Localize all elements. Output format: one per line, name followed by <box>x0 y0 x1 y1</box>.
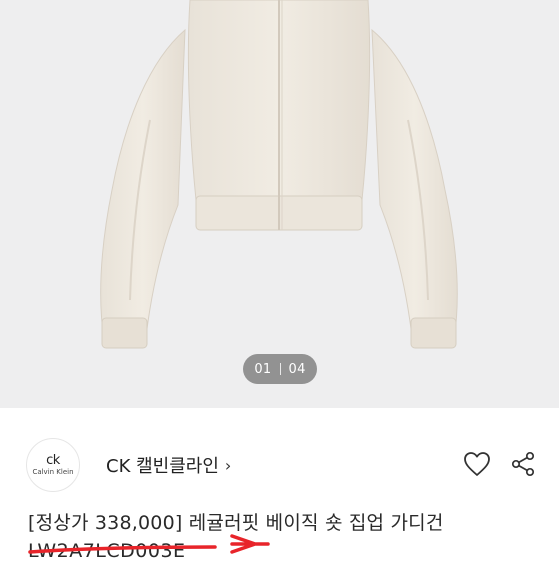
brand-name-label: CK 캘빈클라인 <box>106 456 219 477</box>
gallery-page-indicator: 01 04 <box>243 354 317 384</box>
gallery-current-page: 01 <box>254 361 272 377</box>
brand-logo-name: Calvin Klein <box>32 467 74 476</box>
chevron-right-icon: › <box>224 455 232 475</box>
heart-icon <box>464 452 490 476</box>
gallery-page-separator <box>279 363 281 375</box>
like-button[interactable] <box>462 449 492 479</box>
product-title: [정상가 338,000] 레귤러핏 베이직 숏 집업 가디건 <box>28 512 444 534</box>
seller-row: ck Calvin Klein CK 캘빈클라인 › <box>0 430 559 500</box>
brand-logo[interactable]: ck Calvin Klein <box>26 438 80 492</box>
product-image[interactable]: 01 04 <box>0 0 559 408</box>
cardigan-photo <box>100 0 458 349</box>
share-button[interactable] <box>508 449 538 479</box>
brand-logo-mark: ck <box>46 452 60 468</box>
brand-link[interactable]: CK 캘빈클라인 › <box>106 452 231 478</box>
share-icon <box>511 451 535 477</box>
gallery-total-pages: 04 <box>288 361 306 377</box>
